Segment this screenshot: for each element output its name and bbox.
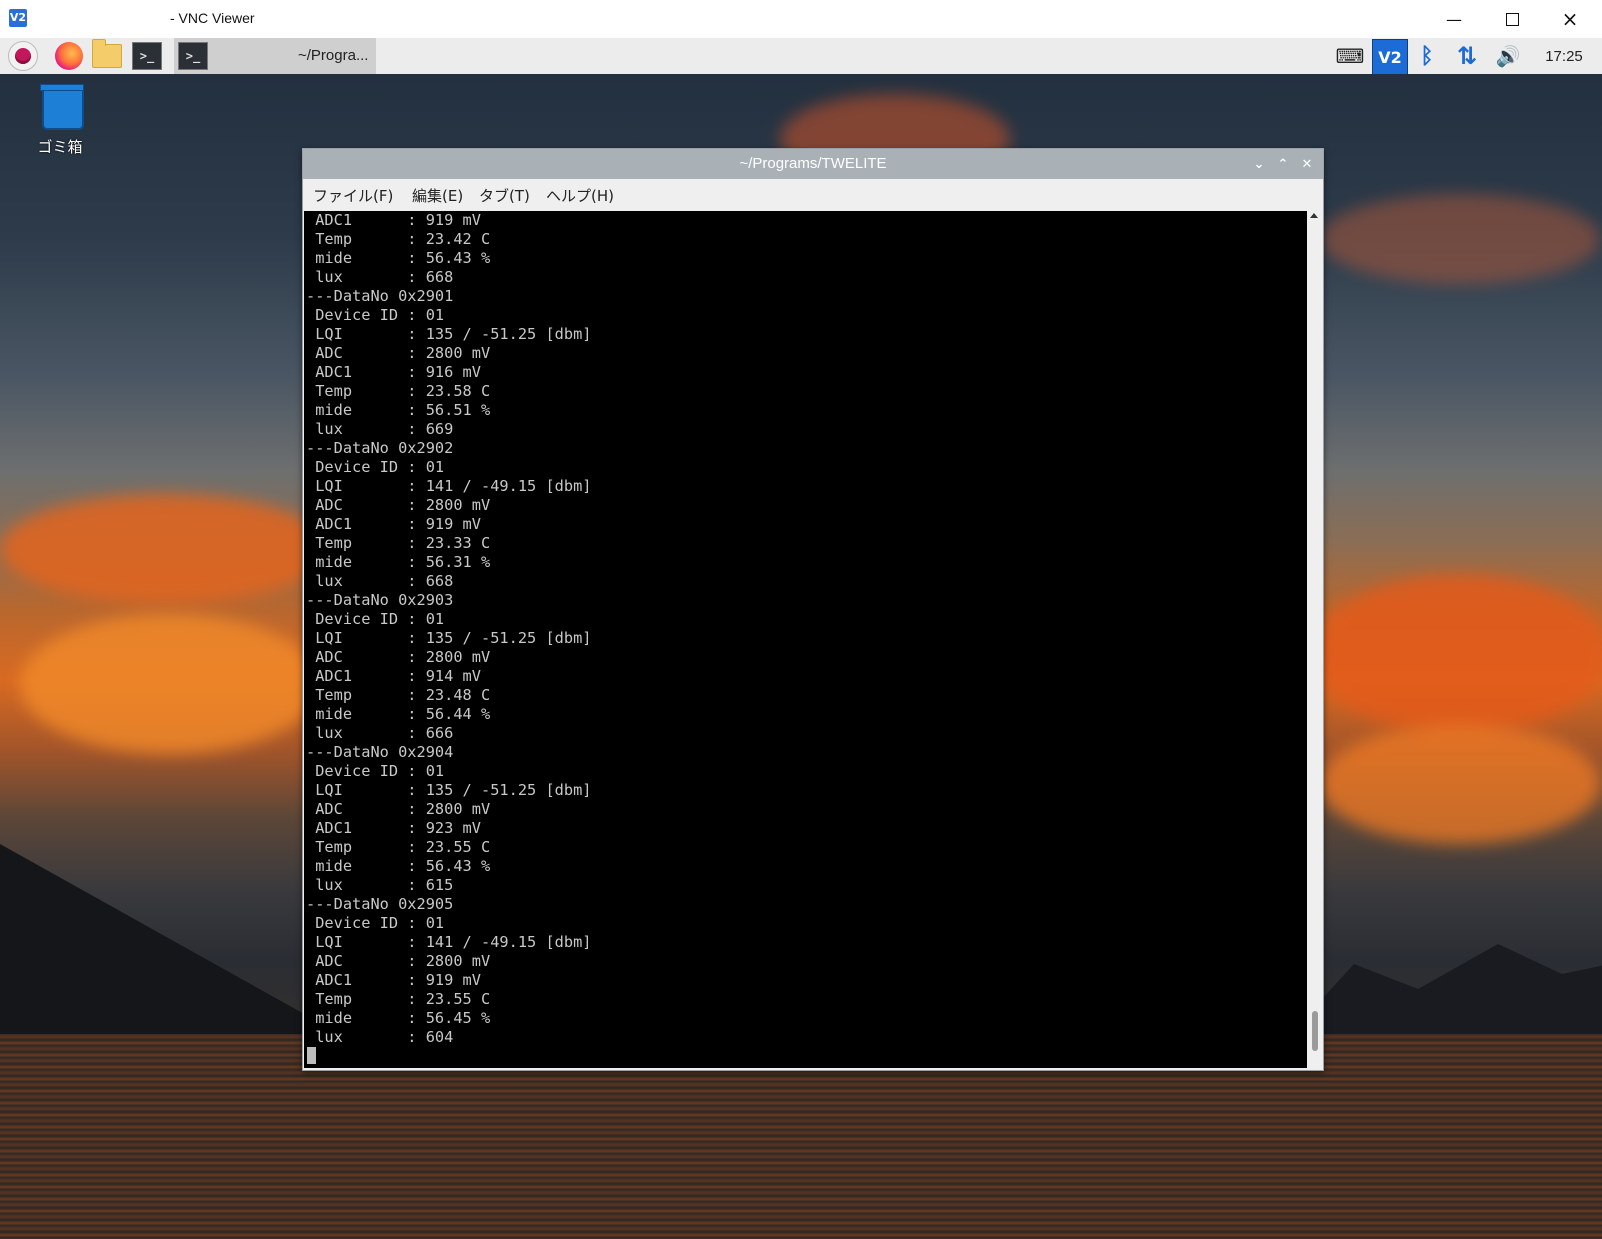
volume-icon[interactable]: 🔊 [1492,38,1524,74]
terminal-line: mide : 56.44 % [315,705,491,723]
terminal-line: ADC1 : 914 mV [315,667,481,685]
terminal-line: Temp : 23.42 C [315,230,491,248]
keyboard-icon[interactable]: ⌨ [1336,38,1365,74]
terminal-line: lux : 666 [315,724,454,742]
terminal-launcher[interactable]: >_ [132,41,162,71]
terminal-line: ---DataNo 0x2903 [306,591,454,609]
terminal-maximize-button[interactable]: ⌃ [1273,154,1293,174]
terminal-line: ADC : 2800 mV [315,952,491,970]
terminal-line: Device ID : 01 [315,762,445,780]
trash-label: ゴミ箱 [37,138,83,156]
terminal-line: Temp : 23.55 C [315,838,491,856]
terminal-line: mide : 56.31 % [315,553,491,571]
terminal-line: LQI : 135 / -51.25 [dbm] [315,781,592,799]
bluetooth-icon[interactable]: ᛒ [1414,38,1440,74]
trash-desktop-icon[interactable]: ゴミ箱 [37,84,86,157]
terminal-scrollbar[interactable] [1308,211,1322,1068]
chevron-down-icon: ⌄ [1253,156,1265,172]
terminal-line: lux : 669 [315,420,454,438]
clock[interactable]: 17:25 [1536,38,1592,74]
network-icon[interactable]: ⇅ [1452,38,1482,74]
terminal-line: Temp : 23.55 C [315,990,491,1008]
terminal-line: ADC1 : 919 mV [315,211,481,229]
raspberry-menu-button[interactable] [8,41,38,71]
terminal-line: Device ID : 01 [315,914,445,932]
terminal-text: ADC1 : 919 mV Temp : 23.42 C mide : 56.4… [304,211,1307,1047]
taskbar: >_ >_ ~/Progra... ⌨ V2 ᛒ ⇅ 🔊 17:25 [0,38,1602,81]
menu-file[interactable]: ファイル(F) [313,185,393,206]
menu-tabs[interactable]: タブ(T) [479,185,530,206]
terminal-line: LQI : 141 / -49.15 [dbm] [315,477,592,495]
terminal-line: Device ID : 01 [315,610,445,628]
close-icon: × [1561,7,1579,31]
terminal-line: LQI : 135 / -51.25 [dbm] [315,629,592,647]
terminal-line: lux : 668 [315,572,454,590]
terminal-line: ADC1 : 919 mV [315,515,481,533]
terminal-line: ---DataNo 0x2904 [306,743,454,761]
minimize-button[interactable]: — [1425,0,1483,38]
terminal-line: ---DataNo 0x2901 [306,287,454,305]
terminal-icon: >_ [132,42,162,70]
scroll-up-arrow-icon[interactable] [1310,213,1318,218]
text-cursor [307,1047,316,1064]
terminal-line: ADC1 : 919 mV [315,971,481,989]
firefox-icon [55,42,83,70]
terminal-line: Temp : 23.58 C [315,382,491,400]
terminal-titlebar[interactable]: ~/Programs/TWELITE ⌄ ⌃ ✕ [303,149,1323,179]
terminal-line: ADC1 : 916 mV [315,363,481,381]
terminal-line: ADC : 2800 mV [315,800,491,818]
terminal-line: ADC : 2800 mV [315,496,491,514]
close-icon: ✕ [1301,156,1313,172]
terminal-menubar: ファイル(F) 編集(E) タブ(T) ヘルプ(H) [303,179,1323,209]
terminal-line: lux : 604 [315,1028,454,1046]
vnc-logo-icon: V2 [9,9,27,27]
terminal-line: lux : 668 [315,268,454,286]
close-button[interactable]: × [1541,0,1599,38]
vnc-titlebar: V2 - VNC Viewer — × [0,0,1602,39]
terminal-title: ~/Programs/TWELITE [739,155,887,172]
taskbar-task-label[interactable]: ~/Progra... [298,47,368,64]
minimize-icon: — [1446,9,1462,29]
menu-edit[interactable]: 編集(E) [412,185,463,206]
terminal-icon: >_ [178,42,208,70]
terminal-line: Device ID : 01 [315,306,445,324]
terminal-line: ---DataNo 0x2902 [306,439,454,457]
terminal-output[interactable]: ADC1 : 919 mV Temp : 23.42 C mide : 56.4… [304,211,1307,1068]
terminal-line: lux : 615 [315,876,454,894]
terminal-line: mide : 56.43 % [315,249,491,267]
terminal-line: Temp : 23.33 C [315,534,491,552]
terminal-line: Device ID : 01 [315,458,445,476]
scroll-thumb[interactable] [1312,1011,1318,1051]
terminal-line: ADC : 2800 mV [315,344,491,362]
terminal-line: ADC1 : 923 mV [315,819,481,837]
terminal-line: mide : 56.51 % [315,401,491,419]
terminal-line: mide : 56.45 % [315,1009,491,1027]
maximize-icon [1505,12,1519,26]
folder-icon [92,39,122,68]
file-manager-launcher[interactable] [92,39,122,71]
terminal-line: mide : 56.43 % [315,857,491,875]
chevron-up-icon: ⌃ [1277,156,1289,172]
terminal-line: LQI : 135 / -51.25 [dbm] [315,325,592,343]
vnc-tray-icon[interactable]: V2 [1372,39,1408,75]
terminal-close-button[interactable]: ✕ [1297,154,1317,174]
terminal-line: ADC : 2800 mV [315,648,491,666]
raspberry-menu-icon [15,48,31,64]
terminal-window: ~/Programs/TWELITE ⌄ ⌃ ✕ ファイル(F) 編集(E) タ… [302,148,1324,1071]
firefox-launcher[interactable] [54,41,84,71]
terminal-line: LQI : 141 / -49.15 [dbm] [315,933,592,951]
menu-help[interactable]: ヘルプ(H) [546,185,614,206]
terminal-minimize-button[interactable]: ⌄ [1249,154,1269,174]
maximize-button[interactable] [1483,0,1541,38]
task-terminal-icon-wrap: >_ [178,41,208,71]
terminal-line: Temp : 23.48 C [315,686,491,704]
vnc-window-title: - VNC Viewer [170,10,255,26]
terminal-line: ---DataNo 0x2905 [306,895,454,913]
trash-icon [40,84,84,130]
